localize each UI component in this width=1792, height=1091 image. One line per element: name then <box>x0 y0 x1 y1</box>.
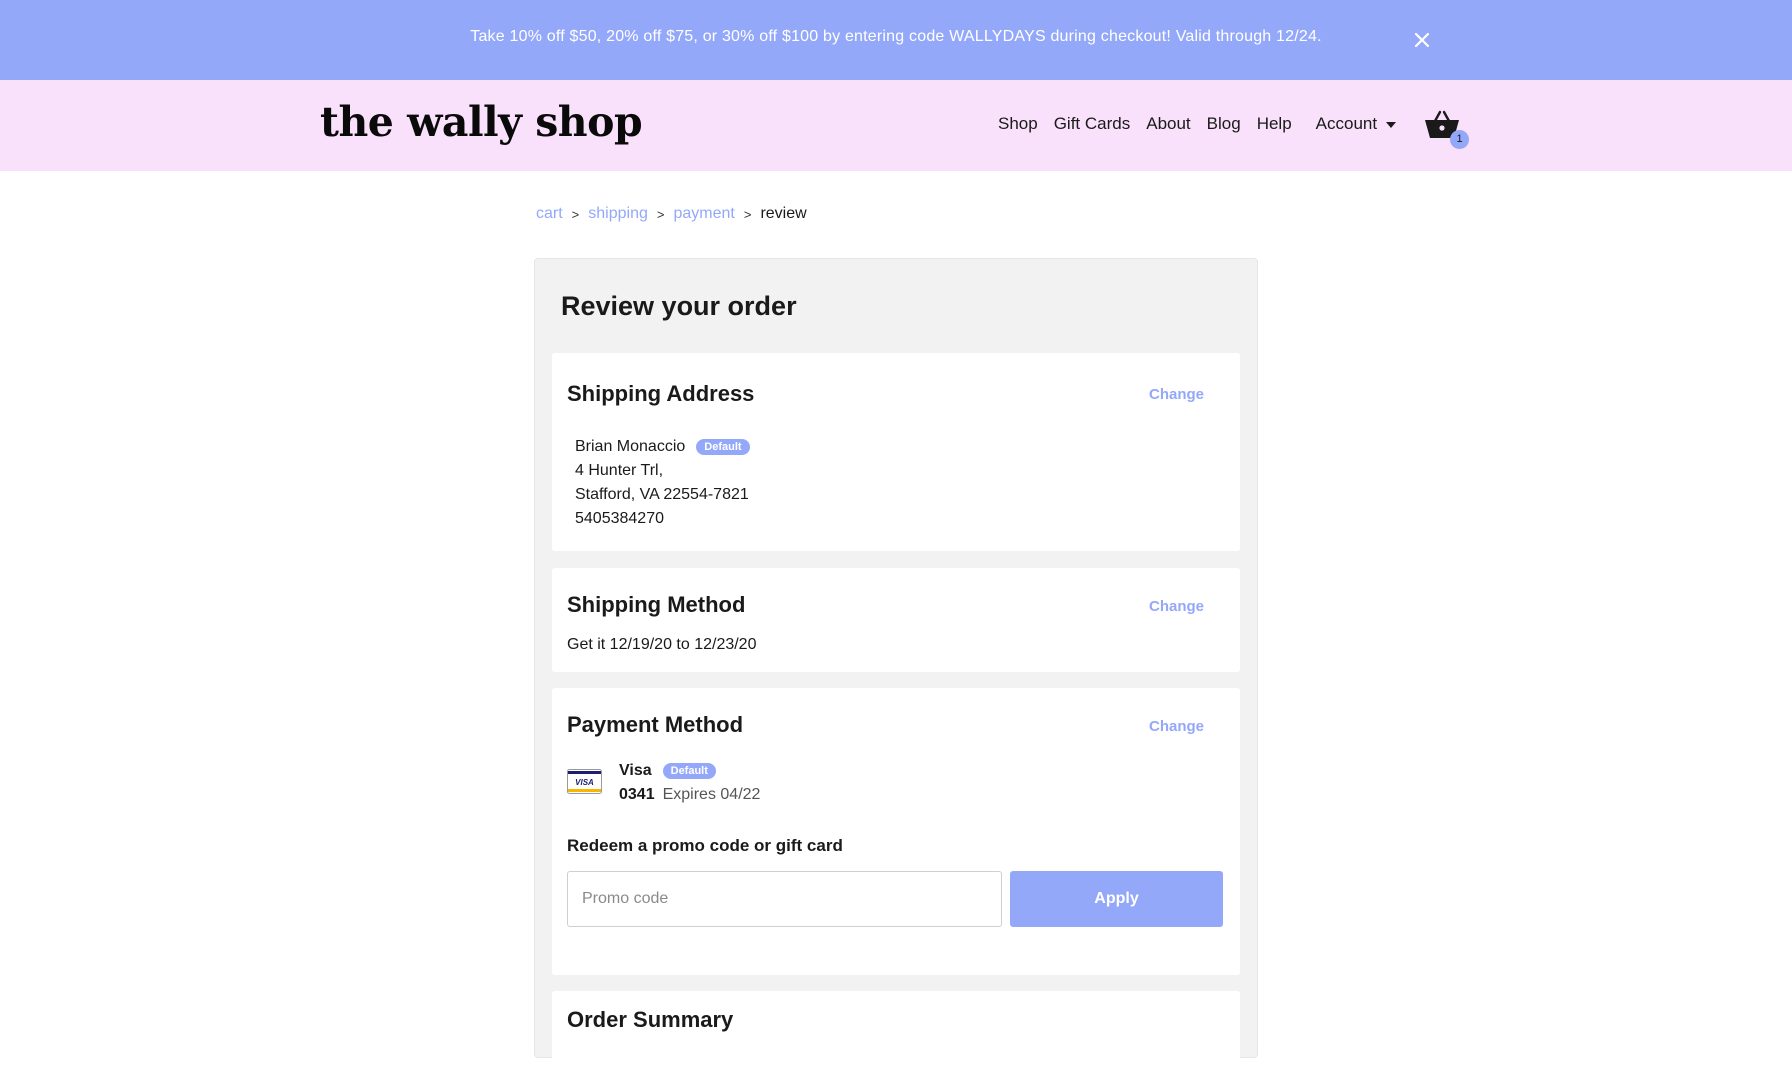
promo-banner-text: Take 10% off $50, 20% off $75, or 30% of… <box>470 28 1322 45</box>
close-icon[interactable] <box>1410 28 1434 52</box>
account-menu[interactable]: Account <box>1315 114 1397 134</box>
default-badge: Default <box>696 439 750 455</box>
card-brand-row: Visa Default <box>619 762 716 780</box>
promo-code-input[interactable] <box>567 871 1002 927</box>
shipping-address-card: Shipping Address Change Brian Monaccio D… <box>552 353 1240 551</box>
address-block: Brian Monaccio Default 4 Hunter Trl, Sta… <box>575 435 750 531</box>
site-logo[interactable]: the wally shop <box>320 98 643 146</box>
review-order-panel: Review your order Shipping Address Chang… <box>534 258 1258 1091</box>
nav-gift-cards[interactable]: Gift Cards <box>1054 114 1131 134</box>
address-phone: 5405384270 <box>575 510 664 527</box>
breadcrumb-cart[interactable]: cart <box>536 205 563 223</box>
shipping-address-title: Shipping Address <box>567 381 755 406</box>
card-brand: Visa <box>619 762 652 779</box>
redeem-label: Redeem a promo code or gift card <box>567 836 843 855</box>
promo-banner: Take 10% off $50, 20% off $75, or 30% of… <box>0 0 1792 80</box>
address-line-2: Stafford, VA 22554-7821 <box>575 486 749 503</box>
visa-icon-text: VISA <box>575 778 594 787</box>
chevron-down-icon <box>1386 122 1397 128</box>
nav-about[interactable]: About <box>1146 114 1190 134</box>
account-label: Account <box>1315 114 1378 133</box>
order-summary-card: Order Summary <box>552 991 1240 1091</box>
delivery-estimate: Get it 12/19/20 to 12/23/20 <box>567 636 757 653</box>
nav-blog[interactable]: Blog <box>1207 114 1241 134</box>
order-summary-title: Order Summary <box>567 1007 734 1032</box>
site-header: the wally shop Shop Gift Cards About Blo… <box>0 80 1792 171</box>
nav-help[interactable]: Help <box>1257 114 1292 134</box>
shipping-method-card: Shipping Method Change Get it 12/19/20 t… <box>552 568 1240 672</box>
payment-method-title: Payment Method <box>567 712 744 737</box>
page-title: Review your order <box>561 291 797 321</box>
breadcrumb-separator: > <box>743 206 752 222</box>
shipping-method-title: Shipping Method <box>567 592 746 617</box>
card-expiry: Expires 04/22 <box>662 786 761 803</box>
change-shipping-address-link[interactable]: Change <box>1149 386 1204 403</box>
address-name: Brian Monaccio <box>575 438 686 455</box>
apply-button[interactable]: Apply <box>1010 871 1223 927</box>
payment-method-card: Payment Method Change VISA Visa Default … <box>552 688 1240 975</box>
cart-button[interactable]: 1 <box>1424 108 1469 149</box>
breadcrumb: cart > shipping > payment > review <box>536 205 807 223</box>
breadcrumb-shipping[interactable]: shipping <box>588 205 648 223</box>
visa-card-icon: VISA <box>567 769 602 794</box>
breadcrumb-review: review <box>760 205 807 222</box>
main-nav: Shop Gift Cards About Blog Help Account <box>998 114 1397 134</box>
card-last4: 0341 <box>619 786 655 803</box>
cart-count-badge: 1 <box>1450 130 1469 149</box>
nav-shop[interactable]: Shop <box>998 114 1038 134</box>
card-number-row: 0341 Expires 04/22 <box>619 786 760 804</box>
change-shipping-method-link[interactable]: Change <box>1149 598 1204 615</box>
default-badge: Default <box>662 763 716 779</box>
address-line-1: 4 Hunter Trl, <box>575 462 664 479</box>
breadcrumb-payment[interactable]: payment <box>673 205 734 223</box>
breadcrumb-separator: > <box>656 206 665 222</box>
breadcrumb-separator: > <box>571 206 580 222</box>
change-payment-method-link[interactable]: Change <box>1149 718 1204 735</box>
